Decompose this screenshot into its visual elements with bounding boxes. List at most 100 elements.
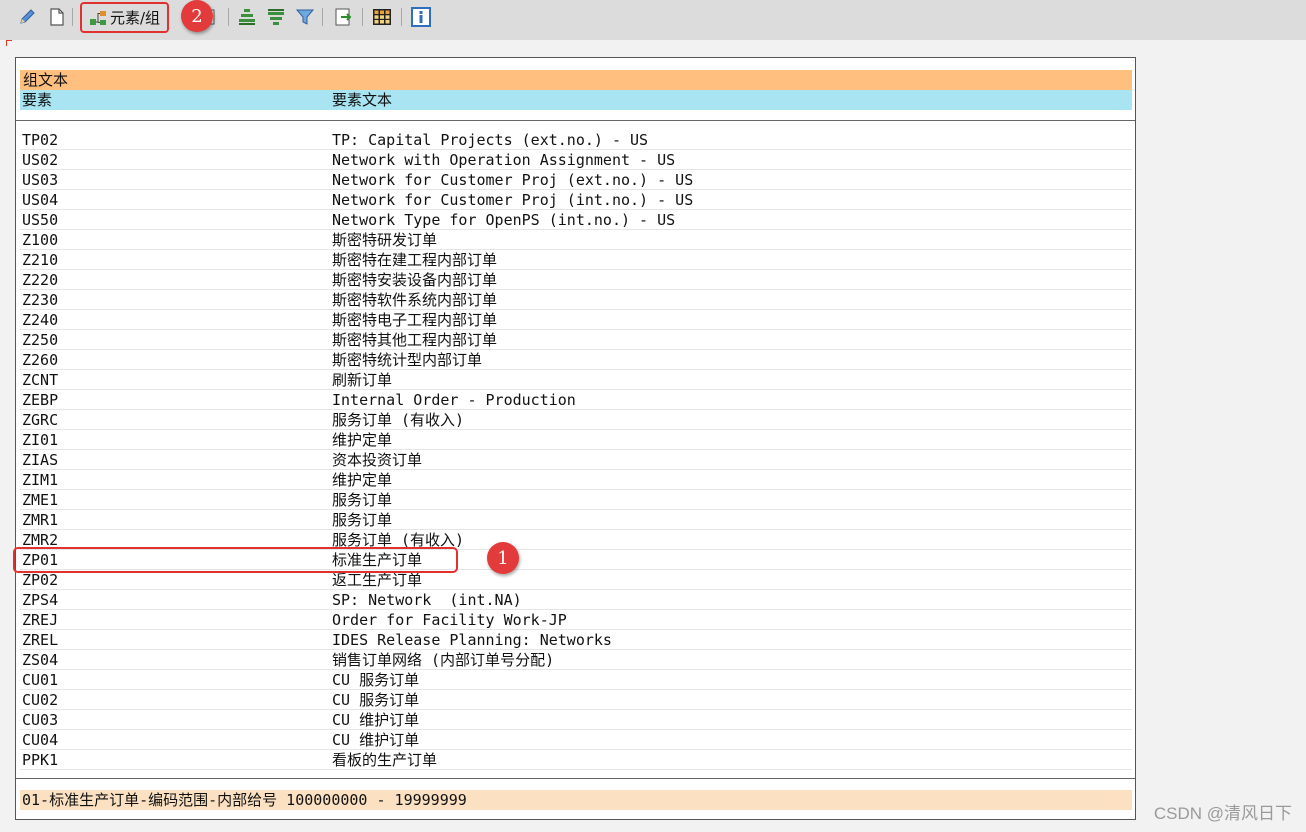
table-row[interactable]: CU03 CU 维护订单 [20,710,1132,730]
element-text: SP: Network (int.NA) [332,591,522,609]
element-code: ZS04 [22,651,59,669]
element-text: Internal Order - Production [332,391,576,409]
element-code: ZCNT [22,371,59,389]
table-row[interactable]: Z240 斯密特电子工程内部订单 [20,310,1132,330]
pencil-icon[interactable] [16,6,38,28]
export-icon[interactable] [332,6,356,28]
table-row[interactable]: ZS04 销售订单网络 (内部订单号分配) [20,650,1132,670]
element-text: 维护定单 [332,431,393,449]
toolbar-separator [72,8,73,26]
element-code: CU02 [22,691,59,709]
layout-grid-icon[interactable] [371,6,393,28]
element-code: Z250 [22,331,59,349]
element-rows: TP02 TP: Capital Projects (ext.no.) - US U… [20,130,1132,770]
element-code: Z240 [22,311,59,329]
element-code: ZREJ [22,611,59,629]
table-row[interactable]: ZREJ Order for Facility Work-JP [20,610,1132,630]
column-header-element[interactable]: 要素 [22,90,52,110]
element-code: ZGRC [22,411,59,429]
hierarchy-icon [90,10,106,25]
table-row[interactable]: ZPS4 SP: Network (int.NA) [20,590,1132,610]
table-row[interactable]: PPK1 看板的生产订单 [20,750,1132,770]
watermark: CSDN @清风日下 [1153,804,1292,823]
element-code: US50 [22,211,59,229]
element-text: 斯密特软件系统内部订单 [332,291,498,309]
table-row[interactable]: ZIM1 维护定单 [20,470,1132,490]
element-text: 返工生产订单 [332,571,423,589]
column-header-row: 要素 要素文本 [20,90,1132,110]
element-code: ZI01 [22,431,59,449]
element-code: Z260 [22,351,59,369]
table-row[interactable]: ZEBP Internal Order - Production [20,390,1132,410]
element-text: 斯密特其他工程内部订单 [332,331,498,349]
group-text-header: 组文本 [20,70,1132,90]
element-code: US03 [22,171,59,189]
element-text: CU 服务订单 [332,691,420,709]
element-code: Z100 [22,231,59,249]
table-row[interactable]: ZGRC 服务订单 (有收入) [20,410,1132,430]
table-row[interactable]: TP02 TP: Capital Projects (ext.no.) - US [20,130,1132,150]
element-code: ZME1 [22,491,59,509]
table-row[interactable]: Z220 斯密特安装设备内部订单 [20,270,1132,290]
toolbar-separator [322,8,323,26]
annotation-badge-1: 1 [487,542,519,574]
table-row[interactable]: Z210 斯密特在建工程内部订单 [20,250,1132,270]
table-row[interactable]: CU02 CU 服务订单 [20,690,1132,710]
element-text: Network Type for OpenPS (int.no.) - US [332,211,676,229]
elements-group-button[interactable]: 元素/组 [80,2,169,33]
table-row[interactable]: US50 Network Type for OpenPS (int.no.) - … [20,210,1132,230]
element-text: CU 服务订单 [332,671,420,689]
element-text: 斯密特研发订单 [332,231,438,249]
element-text: 维护定单 [332,471,393,489]
footer-divider [16,778,1135,779]
toolbar-separator [401,8,402,26]
sort-ascending-icon[interactable] [236,6,258,28]
table-row[interactable]: CU04 CU 维护订单 [20,730,1132,750]
element-text: 斯密特安装设备内部订单 [332,271,498,289]
element-code: ZMR1 [22,511,59,529]
table-row[interactable]: CU01 CU 服务订单 [20,670,1132,690]
element-code: CU04 [22,731,59,749]
table-row[interactable]: Z250 斯密特其他工程内部订单 [20,330,1132,350]
toolbar-separator [362,8,363,26]
table-row[interactable]: ZREL IDES Release Planning: Networks [20,630,1132,650]
element-text: 服务订单 [332,511,393,529]
element-code: US02 [22,151,59,169]
table-row[interactable]: ZIAS 资本投资订单 [20,450,1132,470]
new-page-icon[interactable] [46,6,68,28]
element-code: CU01 [22,671,59,689]
element-code: ZPS4 [22,591,59,609]
table-row[interactable]: Z100 斯密特研发订单 [20,230,1132,250]
toolbar-separator [228,8,229,26]
table-row[interactable]: ZP02 返工生产订单 [20,570,1132,590]
element-code: ZREL [22,631,59,649]
table-row[interactable]: ZI01 维护定单 [20,430,1132,450]
element-code: TP02 [22,131,59,149]
corner-marker [6,40,12,46]
table-row[interactable]: Z260 斯密特统计型内部订单 [20,350,1132,370]
table-row[interactable]: US03 Network for Customer Proj (ext.no.) … [20,170,1132,190]
filter-icon[interactable] [294,6,316,28]
table-row[interactable]: ZME1 服务订单 [20,490,1132,510]
element-code: US04 [22,191,59,209]
element-list-panel: 组文本 要素 要素文本 TP02 TP: Capital Projects (ex… [15,57,1136,820]
info-icon[interactable] [410,6,432,28]
header-divider [16,120,1135,121]
element-text: Network for Customer Proj (ext.no.) - US [332,171,694,189]
application-toolbar: 元素/组 2 [0,0,1306,40]
table-row[interactable]: ZCNT 刷新订单 [20,370,1132,390]
table-row[interactable]: Z230 斯密特软件系统内部订单 [20,290,1132,310]
table-row[interactable]: ZMR1 服务订单 [20,510,1132,530]
table-row[interactable]: US04 Network for Customer Proj (int.no.) … [20,190,1132,210]
sort-descending-icon[interactable] [265,6,287,28]
element-code: CU03 [22,711,59,729]
element-code: Z220 [22,271,59,289]
highlight-box-zp01 [13,547,458,573]
element-code: PPK1 [22,751,59,769]
annotation-badge-2: 2 [181,0,213,32]
column-header-element-text[interactable]: 要素文本 [332,90,392,110]
element-code: Z210 [22,251,59,269]
element-code: ZIM1 [22,471,59,489]
table-row[interactable]: US02 Network with Operation Assignment - … [20,150,1132,170]
element-text: 看板的生产订单 [332,751,438,769]
